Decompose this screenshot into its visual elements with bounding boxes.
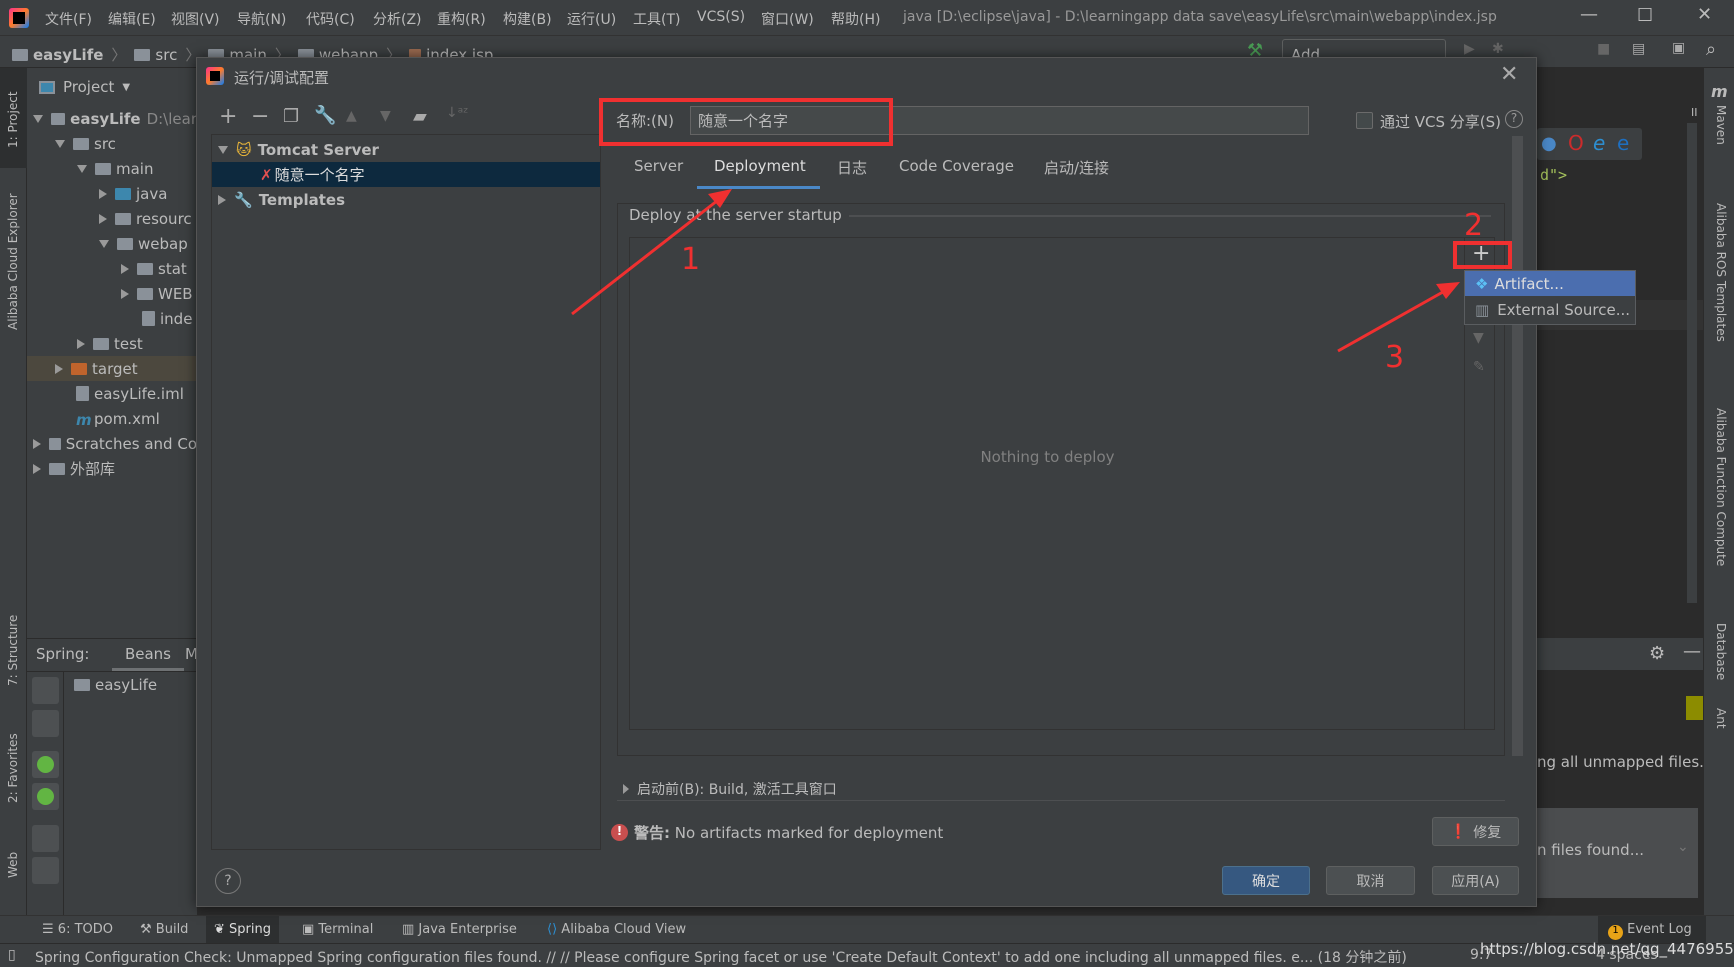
annotation-number-3: 3 (1385, 340, 1405, 375)
annotation-number-2: 2 (1464, 208, 1484, 243)
annotation-number-1: 1 (681, 242, 701, 277)
annotation-arrows (571, 189, 1460, 353)
annotation-arrow-1 (571, 189, 732, 316)
